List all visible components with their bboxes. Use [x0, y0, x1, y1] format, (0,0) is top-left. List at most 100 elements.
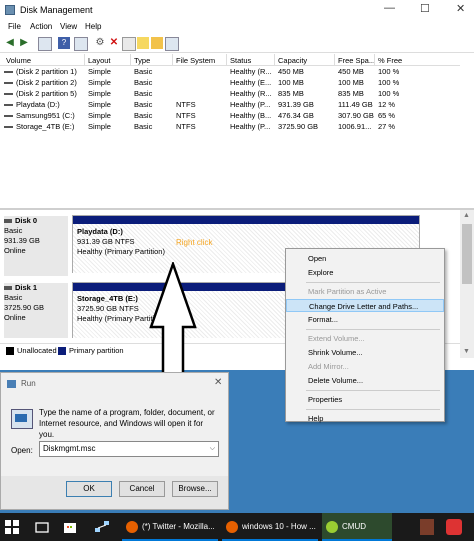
volume-list-icon[interactable] — [38, 37, 52, 51]
network-icon[interactable] — [94, 519, 110, 535]
title-bar: Disk Management — ☐ ✕ — [0, 0, 474, 20]
col-type[interactable]: Type — [134, 56, 150, 65]
disk-0-type: Basic — [4, 226, 23, 235]
run-program-icon — [11, 409, 33, 429]
maximize-button[interactable]: ☐ — [420, 2, 430, 15]
cancel-button[interactable]: Cancel — [119, 481, 165, 497]
col-percent-free[interactable]: % Free — [378, 56, 402, 65]
menu-separator — [306, 329, 440, 330]
column-divider[interactable] — [84, 54, 85, 65]
delete-icon[interactable]: ✕ — [108, 37, 120, 49]
disk-0-label[interactable]: Disk 0 Basic 931.39 GB Online — [4, 216, 68, 276]
cell-type: Basic — [134, 67, 153, 76]
disk-1-name: Disk 1 — [15, 283, 38, 292]
cell-volume: (Disk 2 partition 1) — [16, 67, 77, 76]
open-input-value[interactable]: Diskmgmt.msc — [43, 444, 95, 453]
graphical-view-icon[interactable] — [74, 37, 88, 51]
cell-status: Healthy (R... — [230, 89, 272, 98]
cell-free-space: 450 MB — [338, 67, 364, 76]
taskbar-task-label: CMUD — [342, 522, 366, 531]
folder-icon[interactable] — [151, 37, 163, 49]
taskbar-task-label: (*) Twitter - Mozilla... — [142, 522, 215, 531]
connect-icon[interactable]: ⚙ — [94, 37, 106, 49]
cell-percent-free: 27 % — [378, 122, 396, 131]
run-description: Type the name of a program, folder, docu… — [39, 408, 215, 439]
context-item-delete-volume[interactable]: Delete Volume... — [286, 374, 444, 387]
context-item-explore[interactable]: Explore — [286, 266, 444, 279]
disk-1-state: Online — [4, 313, 26, 322]
store-icon[interactable] — [62, 519, 78, 535]
column-divider[interactable] — [274, 54, 275, 65]
table-row[interactable]: (Disk 2 partition 2) Simple Basic Healthy (… — [0, 77, 460, 88]
close-icon[interactable]: ✕ — [214, 377, 222, 388]
ok-button[interactable]: OK — [66, 481, 112, 497]
context-item-open[interactable]: Open — [286, 252, 444, 265]
table-row[interactable]: Samsung951 (C:) Simple Basic NTFS Healthy (B… — [0, 110, 460, 121]
new-icon[interactable] — [137, 37, 149, 49]
scroll-down-icon[interactable]: ▼ — [463, 348, 470, 355]
cell-capacity: 450 MB — [278, 67, 304, 76]
table-row[interactable]: (Disk 2 partition 1) Simple Basic Healthy (… — [0, 66, 460, 77]
column-divider[interactable] — [374, 54, 375, 65]
context-item-shrink-volume[interactable]: Shrink Volume... — [286, 346, 444, 359]
app-icon[interactable] — [446, 519, 462, 535]
menu-view[interactable]: View — [60, 22, 77, 31]
table-row[interactable]: Playdata (D:) Simple Basic NTFS Healthy (P..… — [0, 99, 460, 110]
task-view-icon[interactable] — [34, 519, 50, 535]
column-divider[interactable] — [172, 54, 173, 65]
partition-title: Playdata (D:) — [77, 227, 123, 236]
cell-type: Basic — [134, 111, 153, 120]
context-item-properties[interactable]: Properties — [286, 393, 444, 406]
context-item-change-drive-letter-and-paths[interactable]: Change Drive Letter and Paths... — [286, 299, 444, 312]
close-button[interactable]: ✕ — [456, 2, 465, 15]
context-item-help[interactable]: Help — [286, 412, 444, 425]
cell-capacity: 931.39 GB — [278, 100, 314, 109]
volume-icon — [4, 126, 13, 128]
menu-help[interactable]: Help — [85, 22, 101, 31]
scrollbar-thumb[interactable] — [462, 224, 472, 284]
help-icon[interactable]: ? — [58, 37, 70, 49]
chevron-down-icon[interactable]: ⌵ — [210, 442, 215, 456]
col-capacity[interactable]: Capacity — [278, 56, 307, 65]
context-item-format[interactable]: Format... — [286, 313, 444, 326]
cell-layout: Simple — [88, 67, 111, 76]
table-row[interactable]: Storage_4TB (E:) Simple Basic NTFS Healthy (… — [0, 121, 460, 132]
column-divider[interactable] — [130, 54, 131, 65]
forward-icon[interactable]: ▶ — [18, 37, 30, 49]
taskbar-task[interactable]: (*) Twitter - Mozilla... — [122, 513, 218, 541]
cell-capacity: 835 MB — [278, 89, 304, 98]
run-icon — [7, 380, 16, 388]
vertical-scrollbar[interactable]: ▲ ▼ — [460, 210, 474, 358]
properties-icon[interactable] — [122, 37, 136, 51]
open-input[interactable]: Diskmgmt.msc ⌵ — [39, 441, 219, 457]
windows-start-icon[interactable] — [4, 519, 20, 535]
browse-button[interactable]: Browse... — [172, 481, 218, 497]
taskbar-task[interactable]: windows 10 - How ... — [222, 513, 318, 541]
col-volume[interactable]: Volume — [6, 56, 31, 65]
col-status[interactable]: Status — [230, 56, 251, 65]
cell-file-system: NTFS — [176, 111, 196, 120]
minimize-button[interactable]: — — [384, 2, 395, 14]
taskbar-task-label: windows 10 - How ... — [242, 522, 316, 531]
col-layout[interactable]: Layout — [88, 56, 111, 65]
column-divider[interactable] — [334, 54, 335, 65]
disk-icon — [4, 286, 12, 291]
scroll-up-icon[interactable]: ▲ — [463, 212, 470, 219]
menu-action[interactable]: Action — [30, 22, 52, 31]
col-file-system[interactable]: File System — [176, 56, 215, 65]
cell-free-space: 307.90 GB — [338, 111, 374, 120]
back-icon[interactable]: ◀ — [4, 37, 16, 49]
menu-bar: File Action View Help — [0, 20, 474, 34]
books-icon[interactable] — [420, 519, 434, 535]
disk-1-label[interactable]: Disk 1 Basic 3725.90 GB Online — [4, 283, 68, 338]
taskbar-task[interactable]: CMUD — [322, 513, 392, 541]
col-free-space[interactable]: Free Spa... — [338, 56, 375, 65]
column-divider[interactable] — [226, 54, 227, 65]
table-row[interactable]: (Disk 2 partition 5) Simple Basic Healthy (… — [0, 88, 460, 99]
cell-free-space: 100 MB — [338, 78, 364, 87]
menu-file[interactable]: File — [8, 22, 21, 31]
menu-separator — [306, 409, 440, 410]
context-item-add-mirror: Add Mirror... — [308, 362, 349, 371]
list-icon[interactable] — [165, 37, 179, 51]
volume-icon — [4, 115, 13, 117]
